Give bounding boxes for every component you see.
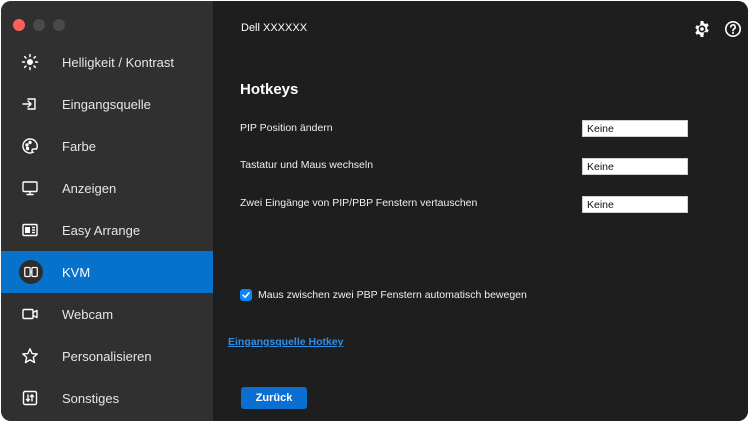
checkmark-icon xyxy=(242,291,250,299)
sidebar-item-label: Personalisieren xyxy=(62,348,152,364)
hotkey-field-switch-keyboard-mouse[interactable] xyxy=(582,158,688,175)
input-source-icon xyxy=(21,95,39,113)
hotkey-label-swap-inputs: Zwei Eingänge von PIP/PBP Fenstern verta… xyxy=(240,197,478,209)
sidebar-item-label: Anzeigen xyxy=(62,180,117,196)
sidebar-item-input-source[interactable]: Eingangsquelle xyxy=(1,83,213,125)
sidebar-item-color[interactable]: Farbe xyxy=(1,125,213,167)
sidebar-nav: Helligkeit / Kontrast Eingangsquelle Far… xyxy=(1,41,213,419)
close-window-button[interactable] xyxy=(13,19,25,31)
gear-icon[interactable] xyxy=(693,20,711,38)
brightness-icon xyxy=(21,53,39,71)
sidebar-item-label: Easy Arrange xyxy=(62,222,141,238)
sidebar-item-label: Webcam xyxy=(62,306,114,322)
display-icon xyxy=(21,179,39,197)
sidebar-item-personalize[interactable]: Personalisieren xyxy=(1,335,213,377)
section-heading: Hotkeys xyxy=(240,81,299,98)
zoom-window-button[interactable] xyxy=(53,19,65,31)
sidebar-item-label: Sonstiges xyxy=(62,390,120,406)
auto-move-mouse-checkbox[interactable] xyxy=(240,289,252,301)
sidebar-item-label: Helligkeit / Kontrast xyxy=(62,54,174,70)
sidebar-item-kvm[interactable]: KVM xyxy=(1,251,213,293)
kvm-icon xyxy=(19,260,43,284)
sidebar-item-label: KVM xyxy=(62,264,91,280)
main-panel: Dell XXXXXX Hotkeys PIP Position ändern … xyxy=(213,1,748,421)
help-icon[interactable] xyxy=(724,20,742,38)
sidebar-item-others[interactable]: Sonstiges xyxy=(1,377,213,419)
hotkey-label-switch-keyboard-mouse: Tastatur und Maus wechseln xyxy=(240,159,374,171)
star-icon xyxy=(21,347,39,365)
sidebar: Helligkeit / Kontrast Eingangsquelle Far… xyxy=(1,1,213,421)
input-source-hotkey-link[interactable]: Eingangsquelle Hotkey xyxy=(228,336,344,348)
sidebar-item-webcam[interactable]: Webcam xyxy=(1,293,213,335)
hotkey-field-swap-inputs[interactable] xyxy=(582,196,688,213)
auto-move-mouse-label: Maus zwischen zwei PBP Fenstern automati… xyxy=(258,289,527,301)
sidebar-item-easy-arrange[interactable]: Easy Arrange xyxy=(1,209,213,251)
hotkey-label-pip-position: PIP Position ändern xyxy=(240,122,333,134)
sidebar-item-label: Farbe xyxy=(62,138,96,154)
back-button[interactable]: Zurück xyxy=(241,387,307,409)
sidebar-item-brightness-contrast[interactable]: Helligkeit / Kontrast xyxy=(1,41,213,83)
auto-move-mouse-option[interactable]: Maus zwischen zwei PBP Fenstern automati… xyxy=(240,289,527,301)
sidebar-item-label: Eingangsquelle xyxy=(62,96,151,112)
window-controls xyxy=(13,19,65,31)
minimize-window-button[interactable] xyxy=(33,19,45,31)
hotkey-field-pip-position[interactable] xyxy=(582,120,688,137)
sidebar-item-display[interactable]: Anzeigen xyxy=(1,167,213,209)
color-icon xyxy=(21,137,39,155)
window-title: Dell XXXXXX xyxy=(241,22,308,34)
app-window: Helligkeit / Kontrast Eingangsquelle Far… xyxy=(1,1,748,421)
others-icon xyxy=(21,389,39,407)
easy-arrange-icon xyxy=(21,221,39,239)
webcam-icon xyxy=(21,305,39,323)
